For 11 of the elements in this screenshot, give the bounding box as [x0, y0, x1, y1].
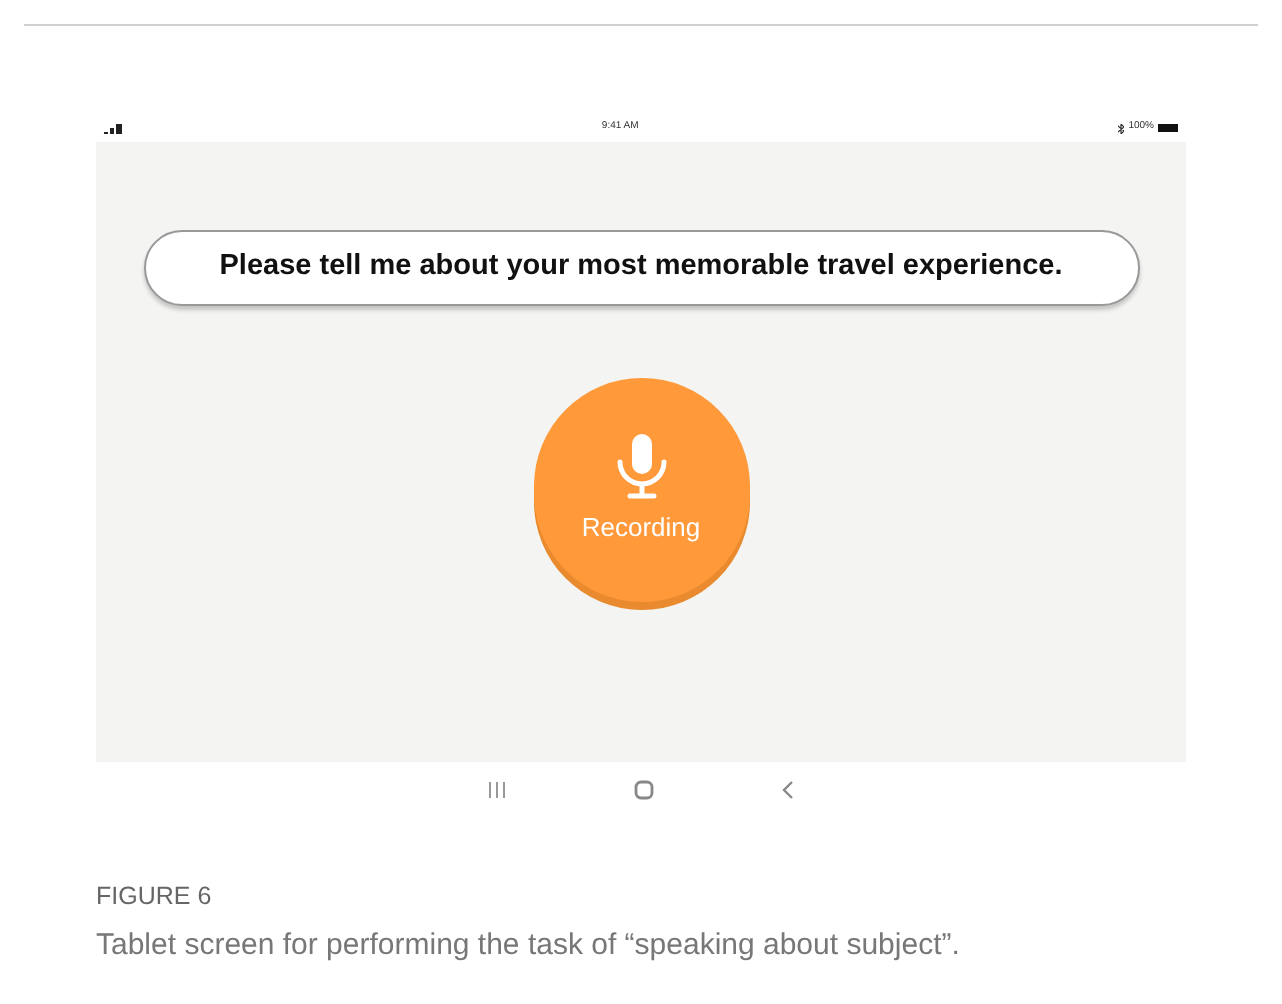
microphone-icon [613, 432, 669, 501]
back-icon[interactable] [782, 780, 794, 800]
home-icon[interactable] [634, 780, 654, 800]
figure-caption: Tablet screen for performing the task of “speaking about subject”. [96, 925, 962, 966]
figure-label: FIGURE 6 [96, 880, 214, 914]
record-button[interactable]: Recording [533, 378, 749, 602]
recent-apps-icon[interactable] [488, 782, 506, 798]
battery-icon [1158, 124, 1178, 132]
bluetooth-icon [1118, 123, 1125, 133]
prompt-text: Please tell me about your most memorable travel experience. [143, 230, 1139, 306]
signal-icon [104, 123, 122, 133]
